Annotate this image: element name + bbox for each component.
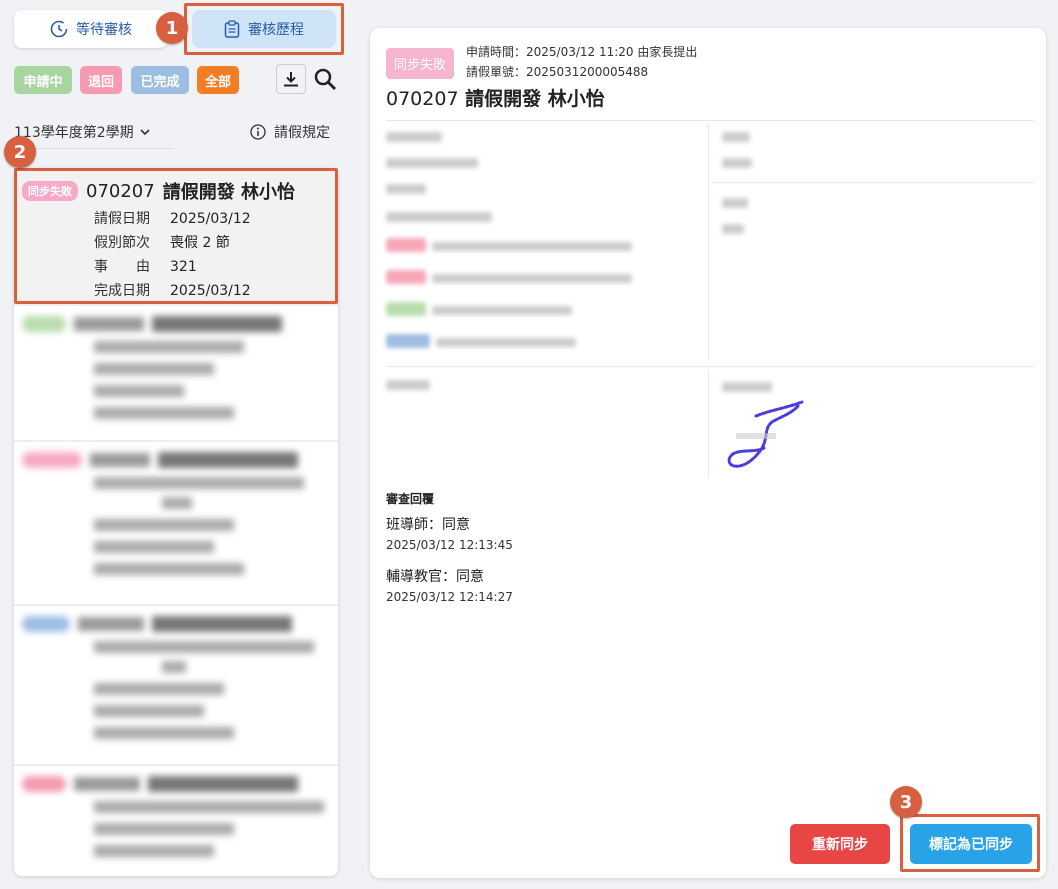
blurred-field (722, 382, 772, 392)
review-counselor-time: 2025/03/12 12:14:27 (386, 590, 513, 604)
blurred-field (386, 158, 478, 168)
filter-completed[interactable]: 已完成 (131, 66, 189, 94)
search-button[interactable] (310, 64, 340, 94)
filter-returned[interactable]: 退回 (80, 66, 122, 94)
review-teacher: 班導師：同意 (386, 517, 470, 533)
blurred-field (386, 380, 430, 390)
download-icon (284, 72, 298, 87)
form-number: 請假單號：2025031200005488 (466, 65, 649, 79)
divider (386, 120, 1034, 121)
blurred-field (722, 198, 748, 208)
divider (386, 366, 1034, 367)
step-marker-3: 3 (890, 786, 922, 818)
highlight-selected-item (14, 168, 338, 304)
detail-status-badge: 同步失敗 (386, 48, 455, 79)
clock-icon (50, 20, 68, 38)
step-marker-1: 1 (156, 12, 188, 44)
highlight-tab-history (184, 3, 344, 55)
leave-rules-label: 請假規定 (274, 125, 330, 141)
blurred-field (386, 270, 426, 284)
semester-label: 113學年度第2學期 (14, 125, 134, 141)
blurred-field (432, 306, 572, 315)
review-counselor: 輔導教官：同意 (386, 569, 484, 585)
list-item[interactable] (14, 606, 338, 766)
blurred-field (722, 158, 752, 168)
filter-applying[interactable]: 申請中 (14, 66, 72, 94)
blurred-field (432, 274, 632, 283)
review-teacher-time: 2025/03/12 12:13:45 (386, 538, 513, 552)
detail-request-title: 請假開發 林小怡 (465, 88, 605, 110)
semester-underline (14, 148, 174, 149)
step-marker-2: 2 (4, 136, 36, 168)
divider (712, 182, 1034, 183)
divider (708, 124, 709, 360)
detail-title: 070207 請假開發 林小怡 (386, 84, 605, 111)
blurred-field (386, 238, 426, 252)
review-heading: 審查回覆 (386, 492, 435, 506)
download-button[interactable] (276, 64, 306, 94)
chevron-down-icon (140, 129, 150, 136)
info-icon (250, 124, 266, 140)
blurred-field (436, 338, 576, 347)
search-icon (314, 68, 336, 90)
blurred-field (386, 132, 442, 142)
detail-class-code: 070207 (386, 88, 459, 110)
signature-image (727, 400, 804, 468)
blurred-field (386, 334, 430, 348)
semester-select[interactable]: 113學年度第2學期 (14, 122, 150, 142)
blurred-field (386, 302, 426, 316)
list-item[interactable] (14, 306, 338, 442)
tab-pending-review[interactable]: 等待審核 (14, 10, 168, 48)
tab-pending-label: 等待審核 (76, 22, 132, 38)
blurred-field (722, 224, 744, 234)
detail-panel: 同步失敗 申請時間：2025/03/12 11:20 由家長提出 請假單號：20… (370, 28, 1046, 878)
list-item[interactable] (14, 442, 338, 606)
detail-meta: 申請時間：2025/03/12 11:20 由家長提出 請假單號：2025031… (466, 42, 697, 82)
resync-button[interactable]: 重新同步 (790, 824, 890, 864)
list-item[interactable] (14, 766, 338, 876)
divider (708, 370, 709, 478)
blurred-field (432, 242, 632, 251)
blurred-field (386, 184, 426, 194)
blurred-field (386, 212, 492, 222)
leave-rules-link[interactable]: 請假規定 (250, 122, 330, 142)
blurred-field (722, 132, 750, 142)
filter-all[interactable]: 全部 (197, 66, 239, 94)
apply-time: 申請時間：2025/03/12 11:20 由家長提出 (466, 45, 698, 59)
highlight-mark-synced (900, 814, 1040, 872)
